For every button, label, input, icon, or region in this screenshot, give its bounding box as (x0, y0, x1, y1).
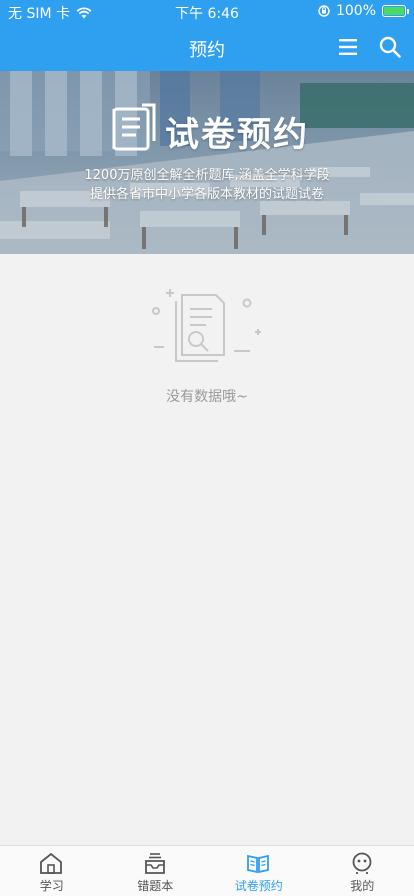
book-icon (247, 854, 269, 874)
classroom-image (0, 71, 414, 254)
status-right: 100% (318, 3, 409, 19)
orientation-lock-icon (318, 5, 330, 17)
search-icon[interactable] (378, 35, 402, 59)
battery-icon (382, 5, 409, 17)
empty-state-text: 没有数据哦~ (166, 389, 248, 405)
app-header: 无 SIM 卡 下午 6:46 100% 预约 (0, 0, 414, 71)
tab-exam-booking[interactable]: 试卷预约 (207, 846, 311, 896)
status-bar: 无 SIM 卡 下午 6:46 100% (0, 0, 414, 22)
inbox-icon (144, 853, 165, 874)
profile-icon (352, 852, 371, 874)
tab-bar: 学习 错题本 试卷预约 我的 (0, 845, 414, 896)
tab-mine-label: 我的 (350, 879, 375, 893)
tab-study-label: 学习 (39, 879, 64, 893)
tab-mistakes[interactable]: 错题本 (104, 846, 208, 896)
menu-icon[interactable] (337, 36, 359, 58)
home-icon (40, 852, 62, 874)
tab-exam-booking-label: 试卷预约 (234, 879, 283, 893)
promo-banner[interactable]: 试卷预约 (0, 71, 414, 254)
battery-percent: 100% (335, 3, 376, 19)
tab-study[interactable]: 学习 (0, 846, 104, 896)
tab-mine[interactable]: 我的 (311, 846, 414, 896)
banner-title: 试卷预约 (165, 115, 309, 155)
banner-subtitle-2: 提供各省市中小学各版本教材的试题试卷 (89, 187, 324, 202)
empty-document-icon (152, 289, 261, 362)
banner-subtitle-1: 1200万原创全解全析题库,涵盖全学科学段 (84, 168, 330, 183)
tab-mistakes-label: 错题本 (137, 879, 174, 893)
